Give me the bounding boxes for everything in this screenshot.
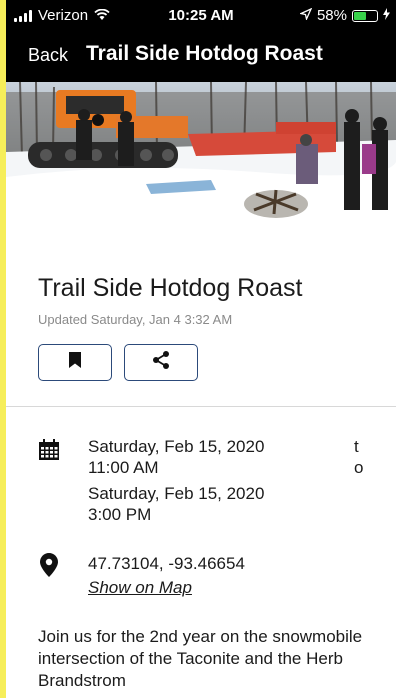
start-time: 11:00 AM [88,458,159,477]
coordinates: 47.73104, -93.46654 [88,554,245,573]
top-bar: Verizon 10:25 AM 58% Back Trail Side Hot… [6,0,396,82]
end-time: 3:00 PM [88,505,152,524]
share-button[interactable] [124,344,198,381]
navigation-bar: Back Trail Side Hotdog Roast [6,36,396,76]
share-icon [151,350,171,375]
section-divider [6,406,396,407]
back-button[interactable]: Back [28,45,68,66]
battery-percent: 58% [316,7,347,24]
screen: Verizon 10:25 AM 58% Back Trail Side Hot… [6,0,396,698]
battery-icon [352,9,378,22]
bookmark-button[interactable] [38,344,112,381]
event-title: Trail Side Hotdog Roast [38,274,303,302]
location-pin-icon [40,553,58,582]
event-description: Join us for the 2nd year on the snowmobi… [38,627,363,690]
charging-bolt-icon [383,8,390,23]
nav-title: Trail Side Hotdog Roast [86,42,323,65]
updated-timestamp: Updated Saturday, Jan 4 3:32 AM [38,312,233,327]
event-photo [6,82,396,246]
app-frame: Verizon 10:25 AM 58% Back Trail Side Hot… [0,0,396,698]
status-bar: Verizon 10:25 AM 58% [6,0,396,30]
end-date: Saturday, Feb 15, 2020 [88,484,265,503]
status-right: 58% [298,7,390,24]
date-range-separator: to [354,437,364,477]
bookmark-icon [68,351,82,374]
show-on-map-link[interactable]: Show on Map [88,578,192,598]
start-date: Saturday, Feb 15, 2020 [88,437,265,456]
location-arrow-icon [298,7,313,23]
calendar-icon [38,439,60,466]
